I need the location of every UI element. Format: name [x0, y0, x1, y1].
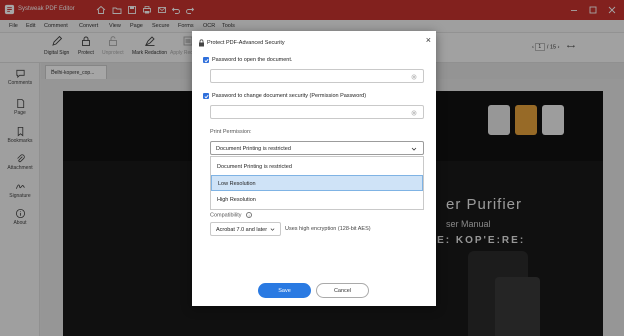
save-button[interactable]: Save [258, 283, 311, 298]
permission-password-label: Password to change document security (Pe… [212, 93, 367, 99]
checkmark-icon [203, 58, 209, 62]
dropdown-option-low-resolution[interactable]: Low Resolution [211, 175, 423, 191]
info-icon[interactable]: i [246, 212, 253, 218]
dropdown-option-restricted[interactable]: Document Printing is restricted [211, 159, 423, 175]
print-permission-value: Document Printing is restricted [216, 146, 291, 152]
print-permission-label: Print Permission: [210, 129, 252, 135]
show-password-icon[interactable] [410, 109, 418, 117]
dialog-title: Protect PDF-Advanced Security [207, 40, 285, 46]
permission-password-option[interactable]: Password to change document security (Pe… [203, 93, 366, 99]
print-permission-select[interactable]: Document Printing is restricted [210, 141, 424, 155]
checkmark-icon [203, 94, 209, 98]
permission-password-checkbox[interactable] [203, 93, 209, 99]
dropdown-option-high-resolution[interactable]: High Resolution [211, 192, 423, 208]
close-icon[interactable]: × [426, 36, 431, 45]
compatibility-note: Uses high encryption (128-bit AES) [285, 226, 371, 232]
open-password-checkbox[interactable] [203, 57, 209, 63]
lock-icon [199, 39, 204, 47]
permission-password-input[interactable] [210, 105, 424, 119]
protect-pdf-dialog: Protect PDF-Advanced Security × Password… [192, 31, 436, 306]
compatibility-label: Compatibility i [210, 212, 253, 218]
print-permission-dropdown: Document Printing is restricted Low Reso… [210, 156, 424, 210]
open-password-input[interactable] [210, 69, 424, 83]
show-password-icon[interactable] [410, 73, 418, 81]
cancel-button[interactable]: Cancel [316, 283, 369, 298]
chevron-down-icon [411, 147, 417, 151]
compatibility-value: Acrobat 7.0 and later [216, 227, 268, 233]
compatibility-select[interactable]: Acrobat 7.0 and later [210, 222, 281, 236]
open-password-option[interactable]: Password to open the document. [203, 57, 292, 63]
open-password-label: Password to open the document. [212, 57, 293, 63]
chevron-down-icon [270, 228, 275, 231]
